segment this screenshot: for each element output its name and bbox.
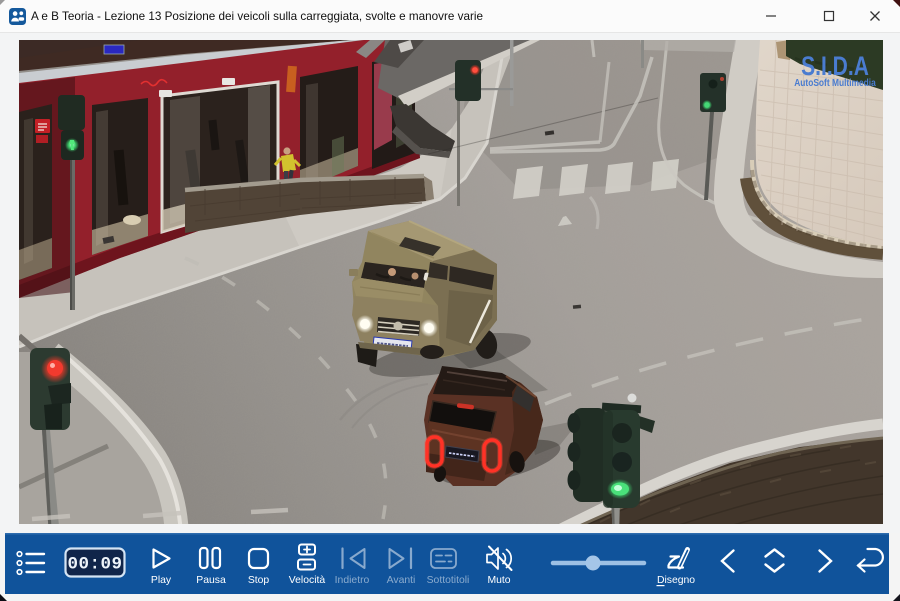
svg-text:Muto: Muto (487, 575, 510, 586)
svg-text:Avanti: Avanti (387, 575, 416, 586)
svg-text:Indietro: Indietro (335, 575, 370, 586)
svg-text:Play: Play (151, 575, 172, 586)
svg-text:Pausa: Pausa (196, 575, 226, 586)
svg-text:00:09: 00:09 (67, 555, 122, 575)
svg-text:Sottotitoli: Sottotitoli (427, 575, 470, 586)
svg-text:Disegno: Disegno (657, 575, 695, 586)
svg-text:Velocità: Velocità (289, 575, 326, 586)
svg-text:Stop: Stop (248, 575, 270, 586)
svg-text:AutoSoft Multimedia: AutoSoft Multimedia (794, 77, 876, 88)
